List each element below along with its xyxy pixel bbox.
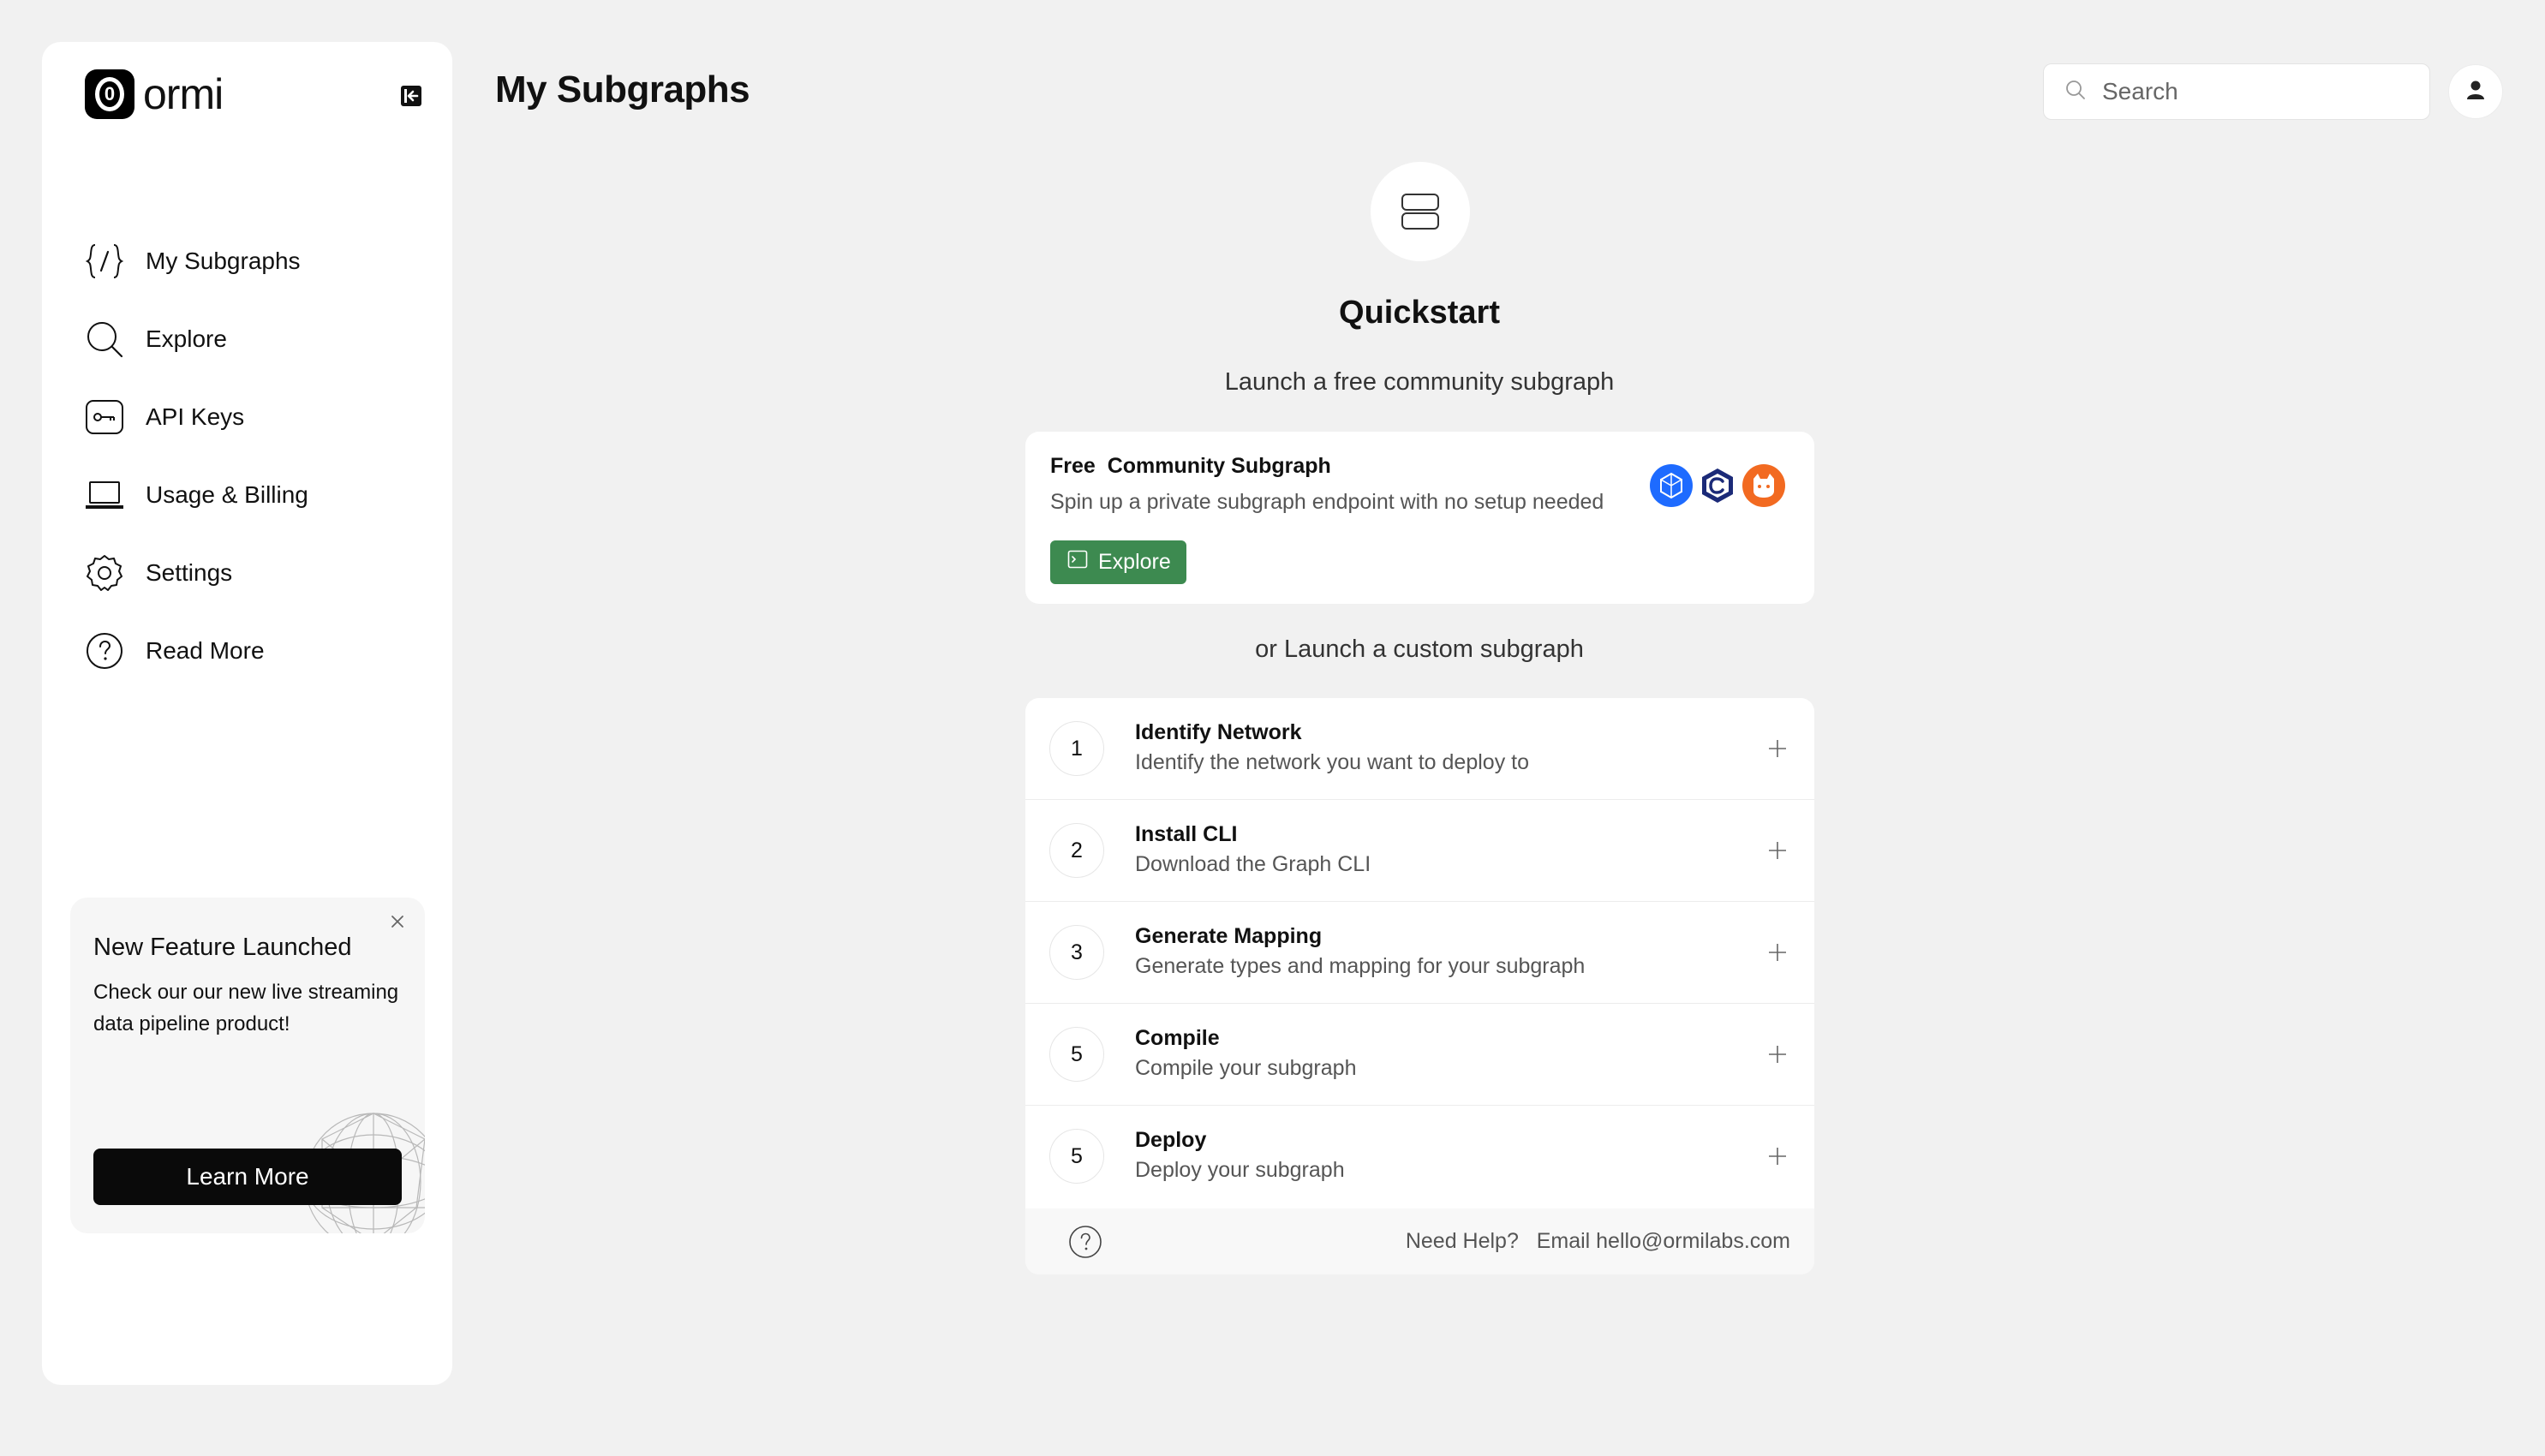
sidebar-item-label: My Subgraphs xyxy=(146,247,301,274)
plus-icon[interactable] xyxy=(1765,1143,1790,1169)
sidebar-item-my-subgraphs[interactable]: My Subgraphs xyxy=(85,222,427,300)
step-description: Compile your subgraph xyxy=(1135,1056,1357,1080)
sidebar-item-label: Settings xyxy=(146,558,233,586)
gear-icon xyxy=(85,553,124,593)
user-icon xyxy=(2464,79,2487,105)
search-box[interactable] xyxy=(2043,63,2430,120)
learn-more-button[interactable]: Learn More xyxy=(93,1149,402,1205)
ormi-logo[interactable]: 0 ormi xyxy=(85,69,224,119)
explore-button[interactable]: Explore xyxy=(1050,540,1186,584)
promo-text: Check our our new live streaming data pi… xyxy=(93,981,399,1035)
laptop-icon xyxy=(85,475,124,515)
step-description: Deploy your subgraph xyxy=(1135,1158,1345,1182)
sidebar-item-label: Explore xyxy=(146,325,227,352)
step-description: Generate types and mapping for your subg… xyxy=(1135,954,1586,978)
plus-icon[interactable] xyxy=(1765,940,1790,965)
step-install-cli[interactable]: 2 Install CLI Download the Graph CLI xyxy=(1025,800,1814,902)
step-description: Download the Graph CLI xyxy=(1135,852,1371,876)
quickstart-title: Quickstart xyxy=(1339,295,1500,331)
code-braces-icon xyxy=(85,242,124,281)
plus-icon[interactable] xyxy=(1765,838,1790,863)
close-icon[interactable] xyxy=(389,913,406,930)
terminal-icon xyxy=(1067,549,1088,576)
help-email-text[interactable]: Need Help? Email hello@ormilabs.com xyxy=(1406,1229,1790,1254)
sidebar-item-label: API Keys xyxy=(146,403,245,430)
sidebar-item-usage-billing[interactable]: Usage & Billing xyxy=(85,456,427,534)
step-compile[interactable]: 5 Compile Compile your subgraph xyxy=(1025,1004,1814,1106)
sidebar-item-label: Read More xyxy=(146,636,265,664)
step-number: 3 xyxy=(1049,925,1104,980)
blue-hexagon-logo-icon xyxy=(1650,464,1693,507)
step-generate-mapping[interactable]: 3 Generate Mapping Generate types and ma… xyxy=(1025,902,1814,1004)
orange-cat-logo-icon xyxy=(1742,464,1785,507)
step-number: 5 xyxy=(1049,1129,1104,1184)
step-description: Identify the network you want to deploy … xyxy=(1135,750,1529,774)
step-deploy[interactable]: 5 Deploy Deploy your subgraph xyxy=(1025,1106,1814,1208)
help-icon xyxy=(85,631,124,671)
free-community-subgraph-card: Free Community Subgraph Spin up a privat… xyxy=(1025,432,1814,604)
sidebar-item-label: Usage & Billing xyxy=(146,480,308,508)
page-title: My Subgraphs xyxy=(495,69,750,110)
step-number: 1 xyxy=(1049,721,1104,776)
promo-title: New Feature Launched xyxy=(93,934,352,961)
search-icon xyxy=(85,319,124,359)
free-card-title: Free Community Subgraph xyxy=(1050,454,1331,478)
user-avatar-button[interactable] xyxy=(2448,64,2503,119)
quickstart-subtitle: Launch a free community subgraph xyxy=(1224,368,1615,396)
free-card-description: Spin up a private subgraph endpoint with… xyxy=(1050,490,1604,514)
explore-button-label: Explore xyxy=(1098,550,1171,574)
sidebar: 0 ormi My Subgraphs Explore API Keys Usa… xyxy=(42,42,452,1385)
custom-subgraph-steps: 1 Identify Network Identify the network … xyxy=(1025,698,1814,1274)
step-title: Identify Network xyxy=(1135,720,1302,744)
plus-icon[interactable] xyxy=(1765,1041,1790,1067)
logo-mark-icon: 0 xyxy=(85,69,134,119)
step-title: Generate Mapping xyxy=(1135,924,1323,948)
step-number: 2 xyxy=(1049,823,1104,878)
logo-text: ormi xyxy=(143,70,224,118)
key-icon xyxy=(85,397,124,437)
sidebar-item-read-more[interactable]: Read More xyxy=(85,612,427,689)
promo-card: New Feature Launched Check our our new l… xyxy=(70,898,425,1233)
step-number: 5 xyxy=(1049,1027,1104,1082)
server-icon xyxy=(1371,162,1470,261)
step-title: Compile xyxy=(1135,1026,1220,1050)
custom-subgraph-heading: or Launch a custom subgraph xyxy=(1255,636,1584,663)
chain-logos xyxy=(1650,464,1785,507)
search-input[interactable] xyxy=(2100,77,2412,106)
collapse-sidebar-icon[interactable] xyxy=(399,84,423,108)
step-title: Deploy xyxy=(1135,1128,1207,1152)
sidebar-item-api-keys[interactable]: API Keys xyxy=(85,378,427,456)
sidebar-item-settings[interactable]: Settings xyxy=(85,534,427,612)
navy-c-logo-icon xyxy=(1696,464,1739,507)
help-footer: Need Help? Email hello@ormilabs.com xyxy=(1025,1208,1814,1274)
plus-icon[interactable] xyxy=(1765,736,1790,761)
step-identify-network[interactable]: 1 Identify Network Identify the network … xyxy=(1025,698,1814,800)
sidebar-nav: My Subgraphs Explore API Keys Usage & Bi… xyxy=(85,222,427,689)
sidebar-item-explore[interactable]: Explore xyxy=(85,300,427,378)
search-icon xyxy=(2064,79,2087,105)
help-icon[interactable] xyxy=(1068,1225,1102,1259)
step-title: Install CLI xyxy=(1135,822,1238,846)
